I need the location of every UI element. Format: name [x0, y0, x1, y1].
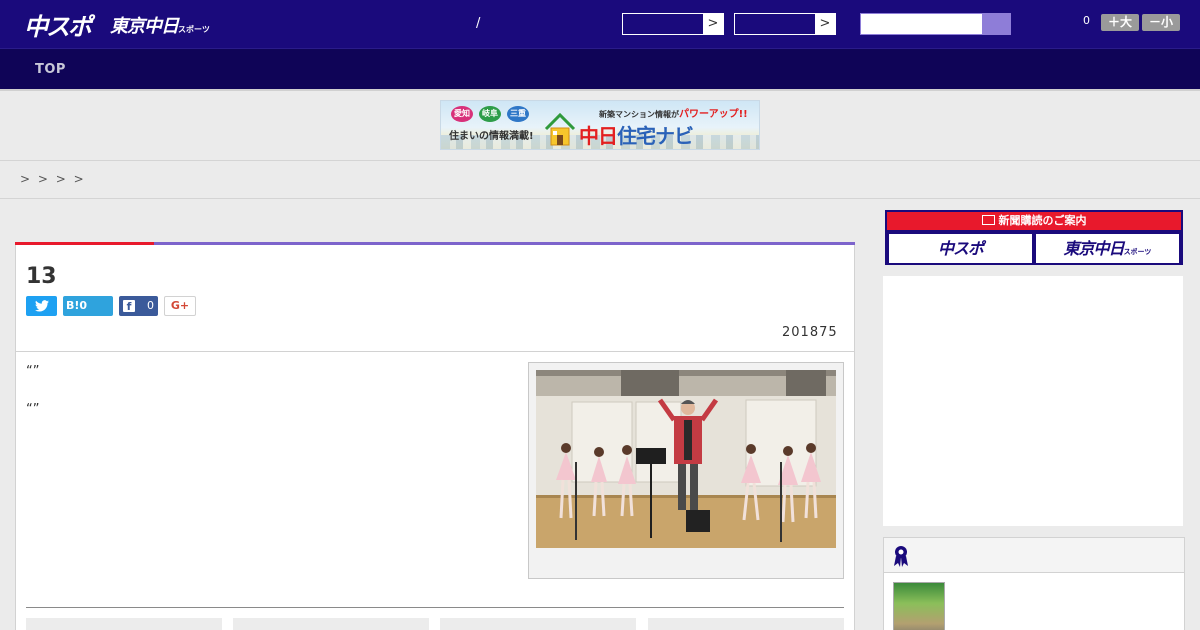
article-date: 201875 — [782, 325, 838, 340]
article-photo[interactable] — [536, 370, 836, 548]
ranking-header — [884, 538, 1184, 573]
related-article-tile[interactable] — [233, 618, 429, 630]
article-title: 13 — [26, 264, 57, 289]
ribbon-medal-icon — [894, 546, 908, 567]
banner-pref-aichi: 愛知 — [451, 106, 473, 122]
related-article-tile[interactable] — [648, 618, 844, 630]
banner-brand-rest: 住宅ナビ — [617, 124, 694, 148]
related-article-tile[interactable] — [26, 618, 222, 630]
banner-headline-emph: パワーアップ!! — [679, 109, 748, 120]
banner-divider — [0, 160, 1200, 161]
chevron-right-icon[interactable]: > — [815, 14, 835, 34]
sidebar-ad-slot[interactable] — [883, 276, 1183, 526]
font-size-smaller-button[interactable]: －小 — [1142, 14, 1180, 31]
twitter-icon — [34, 300, 49, 312]
site-header: 中スポ 東京中日スポーツ / > > 0 ＋大 －小 — [0, 0, 1200, 48]
article-paragraph: “” — [26, 402, 40, 417]
article-paragraph: “” — [26, 364, 40, 379]
article-header-divider — [15, 351, 855, 352]
facebook-count: 0 — [147, 299, 154, 312]
house-icon — [544, 112, 576, 146]
nav-divider — [0, 89, 1200, 91]
subscribe-chunichi-sports-button[interactable]: 中スポ — [889, 234, 1032, 263]
search-button[interactable] — [982, 14, 1010, 34]
hatena-count: 0 — [79, 299, 88, 312]
newspaper-subscription-box: 新聞購読のご案内 中スポ 東京中日スポーツ — [885, 210, 1183, 265]
hatena-icon: B! — [66, 299, 80, 312]
logo-chunichi-sports[interactable]: 中スポ — [24, 7, 92, 42]
site-search — [860, 13, 1011, 35]
font-size-larger-button[interactable]: ＋大 — [1101, 14, 1139, 31]
logo-tokyo-chunichi-sports[interactable]: 東京中日スポーツ — [110, 12, 210, 38]
banner-pref-gifu: 岐阜 — [479, 106, 501, 122]
banner-pref-mie: 三重 — [507, 106, 529, 122]
banner-brand: 中日住宅ナビ — [579, 120, 694, 149]
breadcrumb-divider — [0, 198, 1200, 199]
subscribe-tokyo-suffix: スポーツ — [1123, 248, 1152, 256]
subscribe-tokyo-text: 東京中日 — [1063, 239, 1125, 258]
twitter-share-button[interactable] — [26, 296, 57, 316]
ranking-thumbnail[interactable] — [893, 582, 945, 630]
banner-tagline: 住まいの情報満載! — [449, 131, 534, 142]
article-bottom-divider — [26, 607, 844, 608]
newspaper-icon — [981, 215, 995, 225]
chunichi-housing-navi-banner[interactable]: 愛知 岐阜 三重 住まいの情報満載! 新築マンション情報がパワーアップ!! 中日… — [440, 100, 760, 150]
banner-headline-prefix: 新築マンション情報が — [599, 110, 679, 119]
main-nav: TOP — [0, 48, 1200, 89]
subscribe-tokyo-chunichi-sports-button[interactable]: 東京中日スポーツ — [1036, 234, 1179, 263]
logo-tokyo-suffix: スポーツ — [178, 25, 210, 34]
hatena-bookmark-button[interactable]: B!0 — [63, 296, 113, 316]
facebook-share-button[interactable]: f 0 — [119, 296, 158, 316]
logo-tokyo-text: 東京中日 — [110, 16, 179, 37]
related-article-tile[interactable] — [440, 618, 636, 630]
sidebar-ranking-panel — [883, 537, 1185, 630]
section-select-1[interactable]: > — [622, 13, 724, 35]
search-input[interactable] — [861, 14, 982, 34]
article-card-accent-red — [15, 242, 154, 245]
breadcrumb[interactable]: > > > > — [20, 172, 86, 186]
banner-brand-main: 中日 — [579, 124, 618, 148]
nav-item-top[interactable]: TOP — [35, 62, 66, 77]
subscription-heading-text: 新聞購読のご案内 — [998, 214, 1087, 227]
chevron-right-icon[interactable]: > — [703, 14, 723, 34]
header-counter: 0 — [1083, 14, 1090, 27]
google-plus-share-button[interactable]: G+ — [164, 296, 196, 316]
facebook-icon: f — [123, 300, 135, 313]
header-separator: / — [476, 16, 481, 31]
banner-headline: 新築マンション情報がパワーアップ!! — [599, 105, 748, 120]
section-select-2[interactable]: > — [734, 13, 836, 35]
subscription-heading: 新聞購読のご案内 — [887, 212, 1181, 230]
